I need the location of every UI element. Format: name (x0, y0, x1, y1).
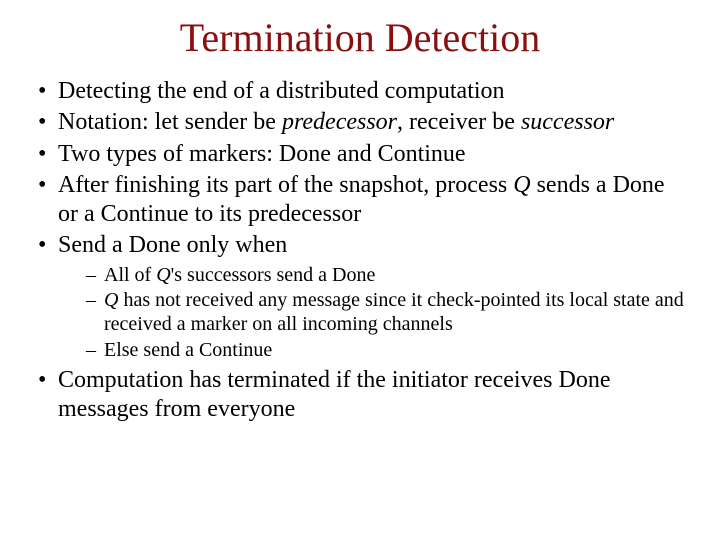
bullet-item: After finishing its part of the snapshot… (38, 171, 690, 230)
sub-text: All of (104, 264, 156, 286)
sub-text: has not received any message since it ch… (104, 289, 684, 335)
bullet-text: After finishing its part of the snapshot… (58, 172, 513, 198)
bullet-text: Send a Done only when (58, 232, 287, 258)
bullet-text: Two types of markers: Done and Continue (58, 141, 466, 167)
bullet-item: Notation: let sender be predecessor, rec… (38, 108, 690, 137)
bullet-text: Notation: let sender be (58, 109, 282, 135)
bullet-item: Send a Done only when All of Q's success… (38, 231, 690, 362)
sub-list: All of Q's successors send a Done Q has … (58, 263, 690, 363)
slide: Termination Detection Detecting the end … (0, 0, 720, 540)
sub-item: Q has not received any message since it … (86, 288, 690, 337)
italic-text: Q (156, 264, 170, 286)
bullet-text: Computation has terminated if the initia… (58, 367, 611, 422)
sub-text: Else send a Continue (104, 339, 272, 361)
bullet-item: Detecting the end of a distributed compu… (38, 77, 690, 106)
bullet-item: Computation has terminated if the initia… (38, 366, 690, 425)
sub-item: All of Q's successors send a Done (86, 263, 690, 287)
slide-title: Termination Detection (30, 14, 690, 61)
bullet-text: Detecting the end of a distributed compu… (58, 78, 505, 104)
italic-text: successor (521, 109, 614, 135)
italic-text: Q (104, 289, 118, 311)
sub-text: 's successors send a Done (171, 264, 376, 286)
italic-text: predecessor (282, 109, 397, 135)
italic-text: Q (513, 172, 530, 198)
bullet-item: Two types of markers: Done and Continue (38, 140, 690, 169)
bullet-text: , receiver be (397, 109, 521, 135)
bullet-list: Detecting the end of a distributed compu… (30, 77, 690, 425)
sub-item: Else send a Continue (86, 338, 690, 362)
